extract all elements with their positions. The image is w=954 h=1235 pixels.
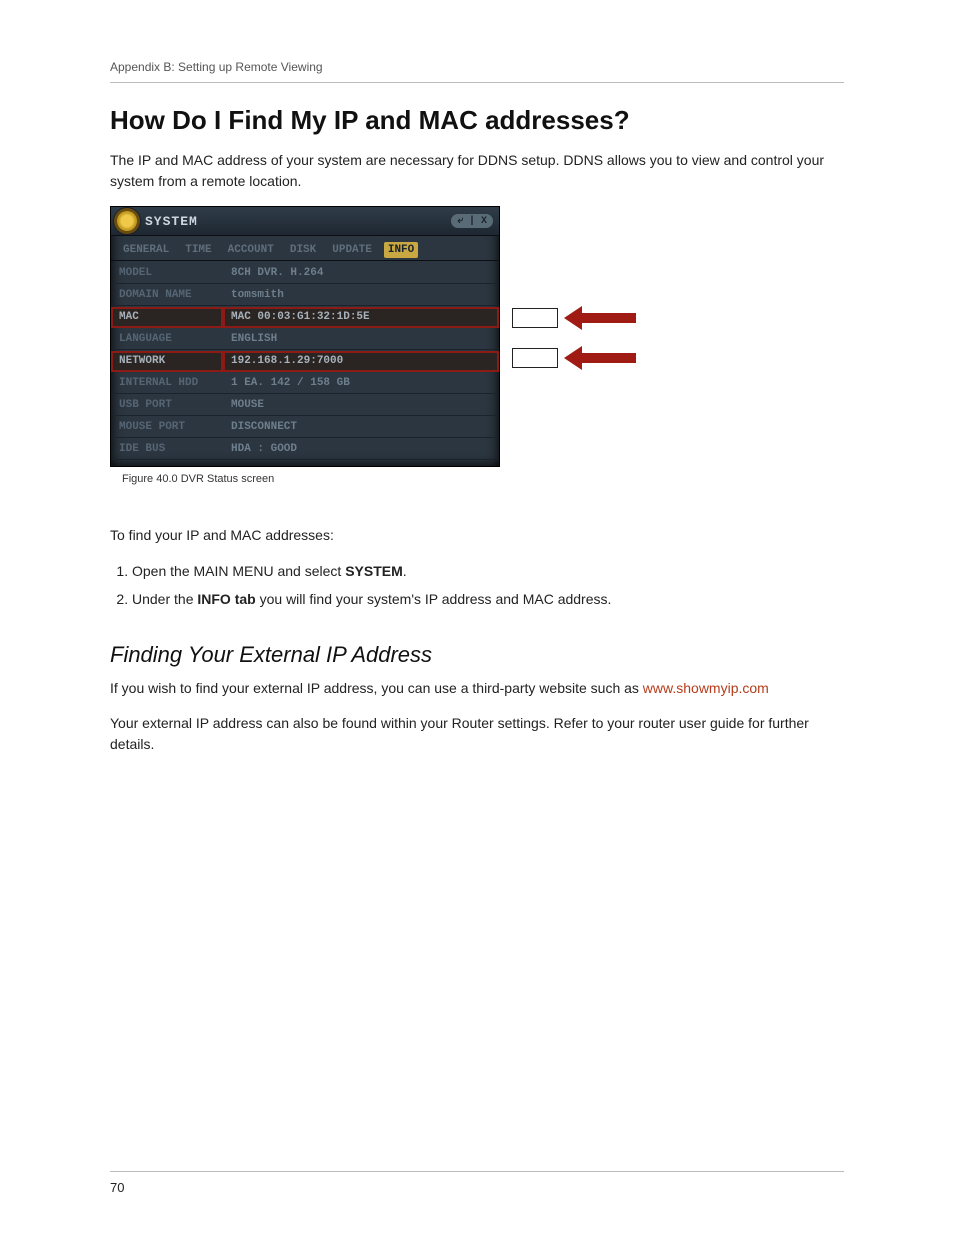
info-label: IDE BUS bbox=[111, 439, 223, 460]
callout-arrows bbox=[512, 206, 652, 446]
arrow-shaft-icon bbox=[582, 353, 636, 363]
tab-disk[interactable]: DISK bbox=[286, 242, 320, 258]
info-label: DOMAIN NAME bbox=[111, 285, 223, 306]
step-item: Under the INFO tab you will find your sy… bbox=[132, 588, 844, 612]
info-label: USB PORT bbox=[111, 395, 223, 416]
subheading-external-ip: Finding Your External IP Address bbox=[110, 642, 844, 668]
info-value: 1 EA. 142 / 158 GB bbox=[223, 373, 499, 394]
callout-box-icon bbox=[512, 348, 558, 368]
step-item: Open the MAIN MENU and select SYSTEM. bbox=[132, 560, 844, 584]
callout-box-icon bbox=[512, 308, 558, 328]
steps-intro: To find your IP and MAC addresses: bbox=[110, 525, 844, 546]
info-value: ENGLISH bbox=[223, 329, 499, 350]
info-label: MODEL bbox=[111, 263, 223, 284]
info-value: 8CH DVR. H.264 bbox=[223, 263, 499, 284]
arrow-shaft-icon bbox=[582, 313, 636, 323]
tab-time[interactable]: TIME bbox=[181, 242, 215, 258]
running-head: Appendix B: Setting up Remote Viewing bbox=[110, 60, 844, 83]
steps-list: Open the MAIN MENU and select SYSTEM. Und… bbox=[110, 560, 844, 612]
arrow-head-icon bbox=[564, 346, 582, 370]
page-footer: 70 bbox=[110, 1171, 844, 1195]
info-label: LANGUAGE bbox=[111, 329, 223, 350]
dvr-tabs-row: GENERAL TIME ACCOUNT DISK UPDATE INFO bbox=[111, 236, 499, 261]
info-value: MAC 00:03:G1:32:1D:5E bbox=[223, 307, 499, 328]
tab-info[interactable]: INFO bbox=[384, 242, 418, 258]
info-label: INTERNAL HDD bbox=[111, 373, 223, 394]
tab-update[interactable]: UPDATE bbox=[328, 242, 376, 258]
info-value: DISCONNECT bbox=[223, 417, 499, 438]
figure-wrap: SYSTEM ⤶ | X GENERAL TIME ACCOUNT DISK UPDAT… bbox=[110, 206, 844, 467]
info-value: 192.168.1.29:7000 bbox=[223, 351, 499, 372]
arrow-network bbox=[512, 346, 636, 370]
dvr-info-grid: MODEL8CH DVR. H.264DOMAIN NAMEtomsmithMA… bbox=[111, 261, 499, 466]
figure-caption: Figure 40.0 DVR Status screen bbox=[122, 473, 844, 485]
link-showmyip[interactable]: www.showmyip.com bbox=[643, 680, 769, 696]
page-number: 70 bbox=[110, 1180, 124, 1195]
window-controls-icon[interactable]: ⤶ | X bbox=[451, 214, 493, 228]
dvr-system-panel: SYSTEM ⤶ | X GENERAL TIME ACCOUNT DISK UPDAT… bbox=[110, 206, 500, 467]
heading-main: How Do I Find My IP and MAC addresses? bbox=[110, 105, 844, 136]
info-value: HDA : GOOD bbox=[223, 439, 499, 460]
info-label: MOUSE PORT bbox=[111, 417, 223, 438]
info-value: MOUSE bbox=[223, 395, 499, 416]
ext-text: If you wish to find your external IP add… bbox=[110, 680, 643, 696]
arrow-mac bbox=[512, 306, 636, 330]
tab-general[interactable]: GENERAL bbox=[119, 242, 173, 258]
arrow-head-icon bbox=[564, 306, 582, 330]
external-ip-p1: If you wish to find your external IP add… bbox=[110, 678, 844, 699]
gear-icon bbox=[117, 211, 137, 231]
info-value: tomsmith bbox=[223, 285, 499, 306]
tab-account[interactable]: ACCOUNT bbox=[224, 242, 278, 258]
info-label: MAC bbox=[111, 307, 223, 328]
dvr-titlebar: SYSTEM ⤶ | X bbox=[111, 207, 499, 236]
external-ip-p2: Your external IP address can also be fou… bbox=[110, 713, 844, 755]
intro-paragraph: The IP and MAC address of your system ar… bbox=[110, 150, 844, 192]
dvr-window-title: SYSTEM bbox=[145, 214, 198, 229]
info-label: NETWORK bbox=[111, 351, 223, 372]
